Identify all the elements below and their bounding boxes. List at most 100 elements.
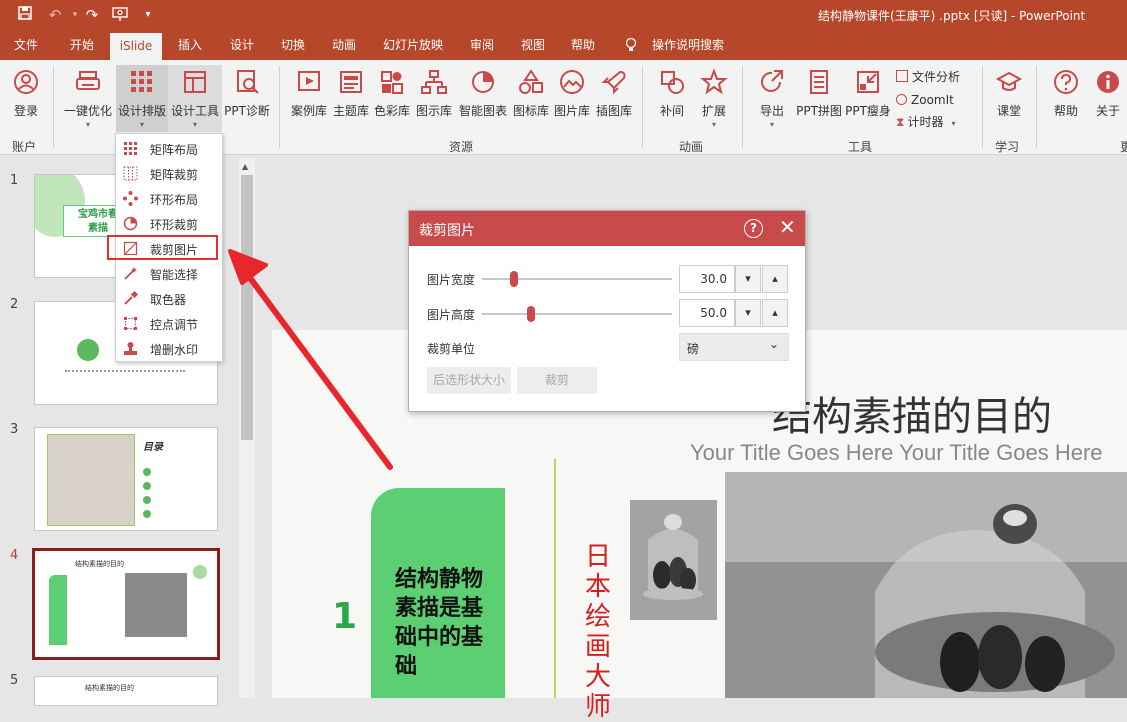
height-input[interactable]: 50.0 <box>679 299 735 327</box>
timer-button[interactable]: ⧗ 计时器 ▾ <box>896 112 955 132</box>
icons-button[interactable]: 图标库 <box>511 68 551 138</box>
chevron-down-icon: ▾ <box>85 120 90 129</box>
diagnose-button[interactable]: PPT诊断 <box>223 68 271 138</box>
tab-help[interactable]: 帮助 <box>560 30 606 60</box>
login-button[interactable]: 登录 <box>5 68 47 138</box>
file-analysis-button[interactable]: 文件分析 <box>896 67 960 87</box>
ring-layout-icon <box>123 191 138 206</box>
group-account: 账户 <box>12 140 37 154</box>
extend-button[interactable]: 扩展 ▾ <box>694 68 734 138</box>
rocket-icon <box>601 70 626 95</box>
hourglass-icon: ⧗ <box>896 115 905 129</box>
tab-review[interactable]: 审阅 <box>458 30 506 60</box>
pictures-label: 图片库 <box>553 104 590 118</box>
cases-button[interactable]: 案例库 <box>288 68 330 138</box>
height-slider[interactable] <box>482 313 672 315</box>
tab-transitions[interactable]: 切换 <box>270 30 316 60</box>
group-cutoff: 更 <box>1120 140 1127 154</box>
matrix-layout-icon <box>124 142 137 155</box>
cases-label: 案例库 <box>290 104 327 118</box>
tab-islide[interactable]: iSlide <box>110 33 162 60</box>
slim-label: PPT瘦身 <box>845 104 891 118</box>
layout-icon <box>184 71 206 93</box>
tween-button[interactable]: 补间 <box>652 68 692 138</box>
play-icon <box>298 71 320 91</box>
slide-thumbnail-5[interactable]: 结构素描的目的 <box>34 676 218 706</box>
dialog-title: 裁剪图片 <box>419 223 475 239</box>
tab-view[interactable]: 视图 <box>510 30 556 60</box>
unit-select[interactable]: 磅 ⌄ <box>679 333 789 361</box>
eyedropper-icon <box>124 291 138 305</box>
course-button[interactable]: 课堂 <box>990 68 1028 138</box>
slide-thumbnail-4[interactable]: 结构素描的目的 <box>32 548 220 660</box>
menu-item-watermark[interactable]: 增删水印 <box>116 336 222 361</box>
user-icon <box>14 70 38 94</box>
optimize-button[interactable]: 一键优化 ▾ <box>60 68 116 138</box>
about-button[interactable]: 关于 <box>1090 68 1126 138</box>
diagrams-button[interactable]: 图示库 <box>413 68 455 138</box>
menu-item-label: 环形裁剪 <box>150 218 199 232</box>
tell-me-search[interactable]: 操作说明搜索 <box>650 30 726 60</box>
chevron-down-icon: ⌄ <box>768 337 779 351</box>
colors-button[interactable]: 色彩库 <box>372 68 412 138</box>
menu-item-smart-select[interactable]: 智能选择 <box>116 261 222 286</box>
layout-label: 设计排版 <box>117 104 166 118</box>
height-slider-knob[interactable] <box>527 306 536 322</box>
menu-item-ring-layout[interactable]: 环形布局 <box>116 186 222 211</box>
tools-button[interactable]: 设计工具 ▾ <box>168 65 222 132</box>
tab-design[interactable]: 设计 <box>218 30 266 60</box>
close-icon[interactable]: ✕ <box>779 216 796 238</box>
width-slider-knob[interactable] <box>510 271 519 287</box>
crop-picture-dialog: 裁剪图片 ? ✕ 图片宽度 30.0 ▾ ▴ 图片高度 50.0 ▾ ▴ 裁剪单… <box>408 210 806 412</box>
help-button[interactable]: 帮助 <box>1046 68 1086 138</box>
menu-item-matrix-crop[interactable]: 矩阵裁剪 <box>116 161 222 186</box>
crop-button[interactable]: 裁剪 <box>517 367 597 394</box>
grid-icon <box>131 71 152 92</box>
menu-item-ring-crop[interactable]: 环形裁剪 <box>116 211 222 236</box>
menu-item-color-picker[interactable]: 取色器 <box>116 286 222 311</box>
thumb3-heading: 目录 <box>143 442 163 453</box>
star-icon <box>700 68 728 95</box>
slim-button[interactable]: PPT瘦身 <box>845 68 891 138</box>
slide-thumbnail-3[interactable]: 目录 <box>34 427 218 531</box>
height-decrease-button[interactable]: ▾ <box>735 299 761 327</box>
illustrations-button[interactable]: 插图库 <box>593 68 635 138</box>
redo-icon[interactable]: ↷ <box>82 5 102 25</box>
divider-line <box>554 459 556 698</box>
shape-size-button[interactable]: 后选形状大小 <box>427 367 511 394</box>
themes-button[interactable]: 主题库 <box>331 68 371 138</box>
menu-item-handle-adjust[interactable]: 控点调节 <box>116 311 222 336</box>
large-still-life-photo[interactable] <box>725 472 1127 698</box>
width-increase-button[interactable]: ▴ <box>762 265 788 293</box>
export-button[interactable]: 导出 ▾ <box>752 68 792 138</box>
undo-icon[interactable]: ↶ <box>45 5 65 25</box>
menu-item-matrix-layout[interactable]: 矩阵布局 <box>116 136 222 161</box>
width-input[interactable]: 30.0 <box>679 265 735 293</box>
smartchart-button[interactable]: 智能图表 <box>456 68 510 138</box>
chevron-down-icon: ▾ <box>139 120 144 129</box>
scroll-up-icon[interactable]: ▲ <box>242 162 248 171</box>
small-still-life-photo[interactable] <box>630 500 717 620</box>
tab-slideshow[interactable]: 幻灯片放映 <box>374 30 452 60</box>
height-label: 图片高度 <box>427 308 476 322</box>
pictures-button[interactable]: 图片库 <box>552 68 592 138</box>
layout-button[interactable]: 设计排版 ▾ <box>116 65 168 132</box>
tab-file[interactable]: 文件 <box>0 30 52 60</box>
tab-animations[interactable]: 动画 <box>320 30 368 60</box>
save-icon[interactable] <box>15 5 35 25</box>
tab-insert[interactable]: 插入 <box>166 30 214 60</box>
tab-home[interactable]: 开始 <box>56 30 108 60</box>
themes-label: 主题库 <box>332 104 369 118</box>
about-label: 关于 <box>1095 104 1120 118</box>
separator <box>982 66 983 148</box>
width-decrease-button[interactable]: ▾ <box>735 265 761 293</box>
customize-toolbar-icon[interactable]: ▾ <box>138 5 158 25</box>
slide-number-label: 1 <box>332 596 358 637</box>
printer-icon <box>76 71 100 90</box>
slideshow-icon[interactable] <box>110 5 130 25</box>
green-box-text: 结构静物 素描是基 础中的基 础 <box>395 566 484 679</box>
stitch-button[interactable]: PPT拼图 <box>795 68 843 138</box>
height-increase-button[interactable]: ▴ <box>762 299 788 327</box>
zoomit-button[interactable]: ZoomIt <box>896 90 954 110</box>
help-icon[interactable]: ? <box>744 219 763 238</box>
